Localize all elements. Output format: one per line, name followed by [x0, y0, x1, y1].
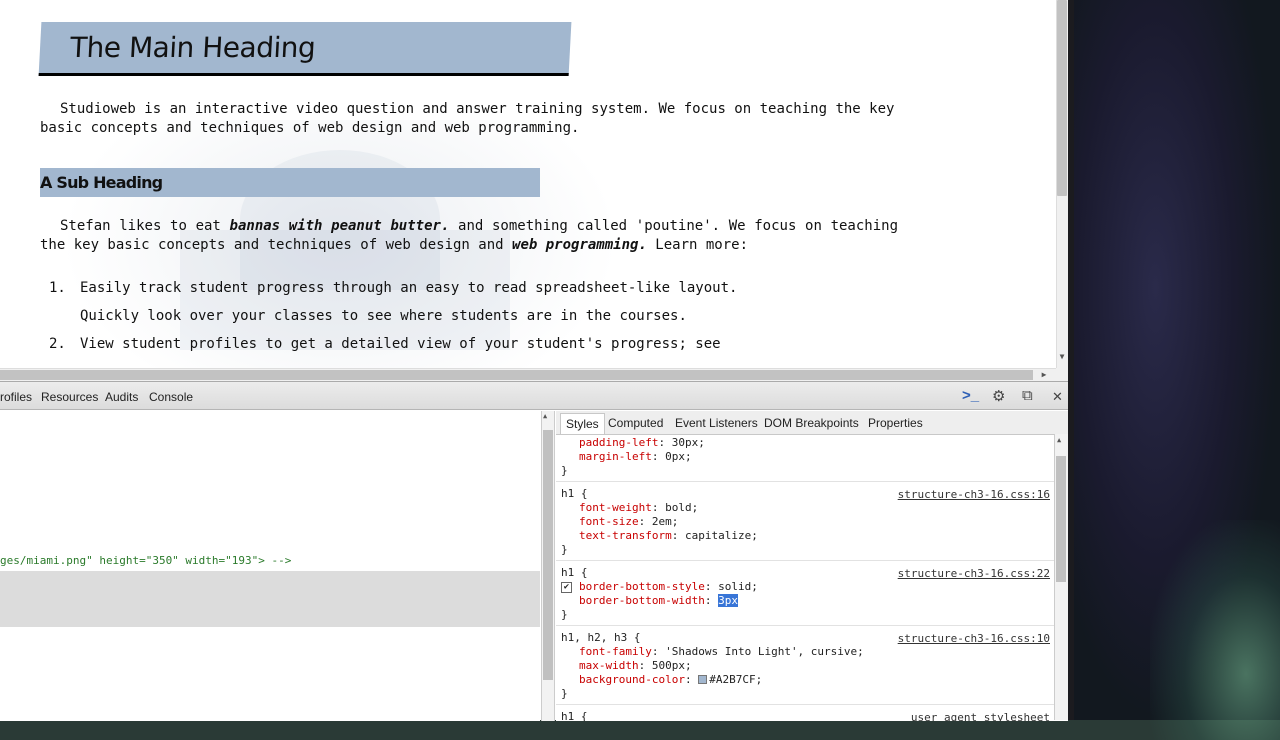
property-value[interactable]: 30px;	[672, 436, 705, 449]
dock-window-icon[interactable]: ⧉	[1022, 387, 1033, 404]
tab-event-listeners[interactable]: Event Listeners	[675, 416, 758, 430]
page-vertical-scroll-thumb[interactable]	[1057, 0, 1067, 196]
scroll-up-arrow-icon[interactable]: ▲	[1057, 436, 1061, 444]
elements-tree: ges/miami.png" height="350" width="193">…	[0, 411, 540, 721]
rule-close-brace: }	[561, 608, 568, 621]
property-enabled-checkbox[interactable]: ✔	[561, 582, 572, 593]
sub-heading: A Sub Heading	[40, 168, 540, 197]
list-number: 2.	[49, 336, 66, 352]
property-value[interactable]: capitalize;	[685, 529, 758, 542]
property-value[interactable]: solid;	[718, 580, 758, 593]
property-value[interactable]: 500px;	[652, 659, 692, 672]
window-border	[1068, 0, 1074, 720]
css-declaration[interactable]: padding-left: 30px;	[561, 436, 1049, 450]
property-name[interactable]: font-size	[579, 515, 639, 528]
tab-console[interactable]: Console	[149, 390, 193, 404]
page-viewport: The Main Heading Studioweb is an interac…	[0, 0, 1056, 368]
tab-resources[interactable]: Resources	[41, 390, 98, 404]
tab-profiles[interactable]: rofiles	[0, 390, 32, 404]
page-horizontal-scroll-thumb[interactable]	[0, 370, 1033, 380]
list-item: 2. View student profiles to get a detaile…	[40, 330, 740, 358]
elements-scroll-thumb[interactable]	[543, 430, 553, 680]
css-declaration[interactable]: border-bottom-width: 3px	[561, 594, 1049, 608]
close-icon[interactable]: ✕	[1052, 389, 1063, 405]
rule-close-brace: }	[561, 464, 568, 477]
property-value[interactable]: 'Shadows Into Light', cursive;	[665, 645, 864, 658]
css-declaration[interactable]: text-transform: capitalize;	[561, 529, 1049, 543]
p2-bold-2: web programming.	[512, 237, 647, 253]
tab-styles[interactable]: Styles	[560, 413, 605, 434]
styles-sidebar: Styles Computed Event Listeners DOM Brea…	[556, 411, 1068, 721]
p2-bold-1: bannas with peanut butter.	[229, 218, 450, 234]
property-value[interactable]: #A2B7CF;	[709, 673, 762, 686]
list-item: 1. Easily track student progress through …	[40, 274, 740, 330]
property-name[interactable]: font-family	[579, 645, 652, 658]
css-rule: h1 { structure-ch3-16.css:22 ✔ border-bot…	[556, 561, 1054, 626]
p2-text-a: Stefan likes to eat	[60, 218, 230, 234]
color-swatch-icon[interactable]	[698, 675, 708, 684]
property-value[interactable]: 0px;	[665, 450, 692, 463]
styles-tab-bar: Styles Computed Event Listeners DOM Brea…	[556, 411, 1068, 435]
tab-computed[interactable]: Computed	[608, 416, 663, 430]
list-text: View student profiles to get a detailed …	[80, 336, 721, 352]
list-number: 1.	[49, 280, 66, 296]
styles-scroll-thumb[interactable]	[1056, 456, 1066, 582]
scroll-up-arrow-icon[interactable]: ▲	[543, 412, 547, 420]
rule-close-brace: }	[561, 687, 568, 700]
console-prompt-icon[interactable]: >_	[962, 387, 979, 404]
property-name[interactable]: padding-left	[579, 436, 658, 449]
css-rule: h1 { structure-ch3-16.css:16 font-weight…	[556, 482, 1054, 561]
tab-properties[interactable]: Properties	[868, 416, 923, 430]
rule-source-link[interactable]: structure-ch3-16.css:10	[898, 632, 1050, 646]
tab-audits[interactable]: Audits	[105, 390, 138, 404]
scroll-down-arrow-icon[interactable]: ▼	[1056, 351, 1068, 363]
editing-value-input[interactable]: 3px	[718, 594, 738, 607]
desktop-glow	[1150, 520, 1280, 740]
property-name[interactable]: text-transform	[579, 529, 672, 542]
rule-close-brace: }	[561, 543, 568, 556]
elements-comment-line[interactable]: ges/miami.png" height="350" width="193">…	[0, 554, 291, 567]
selected-element-row[interactable]	[0, 571, 540, 627]
scroll-right-arrow-icon[interactable]: ▶	[1038, 368, 1050, 381]
css-rule: h1, h2, h3 { structure-ch3-16.css:10 fon…	[556, 626, 1054, 705]
css-declaration[interactable]: font-weight: bold;	[561, 501, 1049, 515]
second-paragraph: Stefan likes to eat bannas with peanut b…	[40, 217, 898, 255]
css-declaration[interactable]: ✔ border-bottom-style: solid;	[561, 580, 1049, 594]
css-rule: h1 { user agent stylesheet	[556, 705, 1054, 721]
css-declaration[interactable]: margin-left: 0px;	[561, 450, 1049, 464]
property-name[interactable]: max-width	[579, 659, 639, 672]
css-rules-list: padding-left: 30px; margin-left: 0px; } …	[556, 436, 1054, 721]
css-declaration[interactable]: font-family: 'Shadows Into Light', cursi…	[561, 645, 1049, 659]
list-text: Easily track student progress through an…	[80, 280, 738, 324]
property-name[interactable]: border-bottom-width	[579, 594, 705, 607]
property-name[interactable]: border-bottom-style	[579, 580, 705, 593]
feature-list: 1. Easily track student progress through …	[40, 274, 740, 358]
property-value[interactable]: 2em;	[652, 515, 679, 528]
devtools-panel: rofiles Resources Audits Console >_ ⚙ ⧉ …	[0, 381, 1068, 721]
property-value[interactable]: bold;	[665, 501, 698, 514]
property-name[interactable]: background-color	[579, 673, 685, 686]
intro-paragraph: Studioweb is an interactive video questi…	[40, 101, 895, 136]
rule-source-link[interactable]: structure-ch3-16.css:16	[898, 488, 1050, 502]
rule-source-link[interactable]: structure-ch3-16.css:22	[898, 567, 1050, 581]
devtools-toolbar: rofiles Resources Audits Console >_ ⚙ ⧉ …	[0, 382, 1068, 410]
property-name[interactable]: font-weight	[579, 501, 652, 514]
property-name[interactable]: margin-left	[579, 450, 652, 463]
css-rule: padding-left: 30px; margin-left: 0px; }	[556, 436, 1054, 482]
css-declaration[interactable]: max-width: 500px;	[561, 659, 1049, 673]
css-declaration[interactable]: background-color: #A2B7CF;	[561, 673, 1049, 687]
tab-dom-breakpoints[interactable]: DOM Breakpoints	[764, 416, 859, 430]
main-heading: The Main Heading	[38, 22, 572, 76]
gear-icon[interactable]: ⚙	[992, 387, 1005, 405]
p2-text-c: Learn more:	[646, 237, 749, 253]
css-declaration[interactable]: font-size: 2em;	[561, 515, 1049, 529]
scrollbar-corner	[1056, 368, 1068, 381]
